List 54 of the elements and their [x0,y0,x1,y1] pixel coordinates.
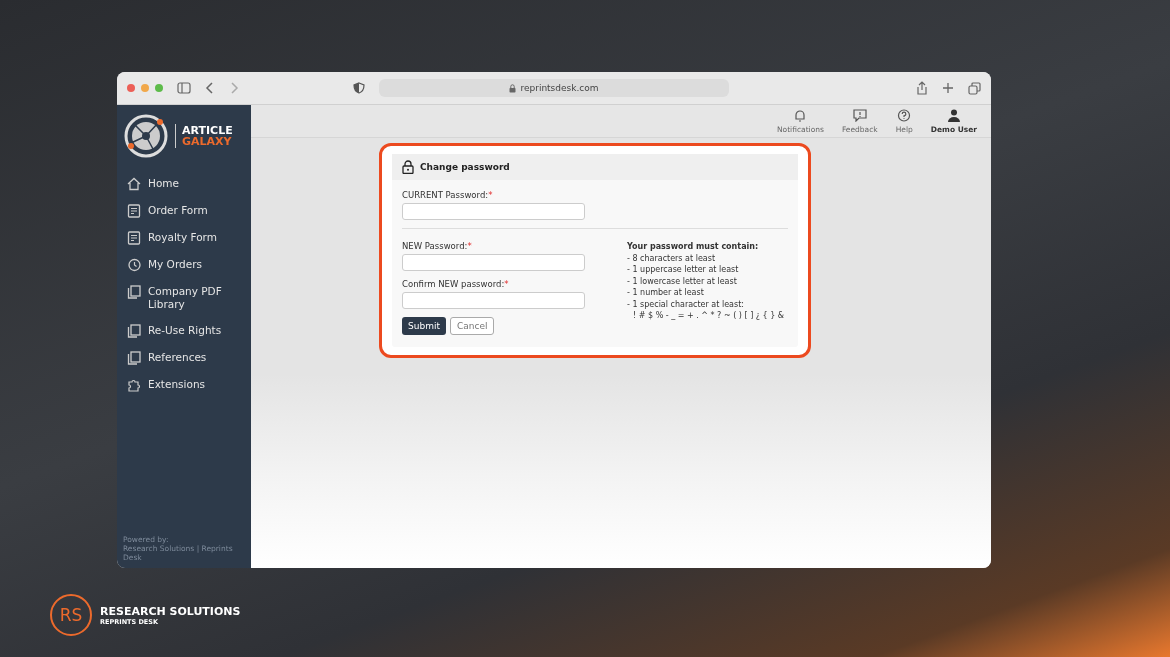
history-icon [127,258,141,272]
rules-title: Your password must contain: [627,241,760,253]
copy-icon [127,285,141,299]
plus-icon[interactable] [942,82,954,94]
password-field[interactable] [402,203,585,220]
galaxy-logo-icon [123,113,169,159]
tabs-icon[interactable] [968,81,981,95]
cancel-button[interactable]: Cancel [449,317,495,335]
nav-item[interactable]: Re-Use Rights [117,320,251,347]
zoom-button[interactable] [155,84,163,92]
bell-icon [793,108,808,122]
card-title: Change password [420,162,510,172]
back-icon[interactable] [205,82,215,94]
document-icon [127,204,141,218]
lock-icon [509,83,517,93]
share-icon[interactable] [916,81,928,95]
nav-item[interactable]: My Orders [117,254,251,281]
user-icon [946,108,961,122]
submit-button[interactable]: Submit [402,317,446,335]
nav-item[interactable]: References [117,347,251,374]
nav-item[interactable]: Company PDF Library [117,281,251,320]
help-icon [897,108,912,122]
brand-name: RESEARCH SOLUTIONS [100,604,241,618]
nav-item[interactable]: Royalty Form [117,227,251,254]
nav-item[interactable]: Home [117,173,251,200]
home-icon [127,177,141,191]
sidebar-icon[interactable] [177,82,191,94]
address-bar[interactable]: reprintsdesk.com [379,79,729,97]
copy-icon [127,324,141,338]
shield-icon[interactable] [353,82,365,94]
rule-text: - 1 special character at least: [627,298,745,310]
nav-item[interactable]: Extensions [117,374,251,401]
rule-text: - 8 characters at least [627,252,716,264]
speech-bubble-icon [852,108,867,122]
rule-text: ! # $ % - _ = + . ^ * ? ~ ( ) [ ] ¿ { } & [632,310,785,322]
rule-text: - 1 lowercase letter at least [627,275,738,287]
minimize-button[interactable] [141,84,149,92]
brand-logo: RS [50,594,92,636]
field-label: CURRENT Password:* [402,190,494,200]
lock-icon [402,160,414,174]
nav-item[interactable]: Order Form [117,200,251,227]
logo-title: ARTICLE [182,125,233,136]
password-field[interactable] [402,292,585,309]
forward-icon[interactable] [229,82,239,94]
copy-icon [127,351,141,365]
logo-subtitle: GALAXY [182,136,233,147]
field-label: NEW Password:* [402,241,473,251]
puzzle-icon [127,378,141,392]
rule-text: - 1 uppercase letter at least [627,264,740,276]
document-icon [127,231,141,245]
password-field[interactable] [402,254,585,271]
field-label: Confirm NEW password:* [402,279,510,289]
rule-text: - 1 number at least [627,287,705,299]
close-button[interactable] [127,84,135,92]
